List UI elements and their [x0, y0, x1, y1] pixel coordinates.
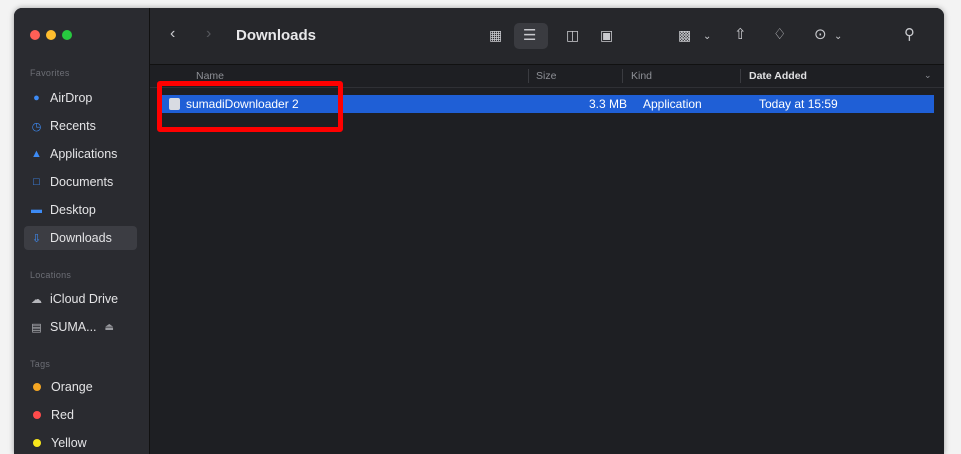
file-size: 3.3 MB: [589, 97, 628, 111]
minimize-button[interactable]: [46, 30, 56, 40]
back-button[interactable]: ‹: [170, 25, 175, 43]
toolbar: ‹ › Downloads ▦ ☰ ◫ ▣ ▩ ⌄ ⇧ ♢ ⊙ ⌄ ⚲: [150, 8, 944, 65]
more-actions-button[interactable]: ⊙: [814, 25, 827, 43]
airdrop-icon: ●: [33, 92, 40, 104]
file-date-added: Today at 15:59: [759, 97, 838, 111]
eject-icon[interactable]: ⏏: [105, 322, 114, 333]
tags-section-label: Tags: [30, 359, 51, 369]
window-title: Downloads: [236, 27, 317, 44]
clock-icon: ◷: [31, 120, 42, 133]
column-separator: [740, 69, 741, 83]
tag-red-dot-icon: [33, 411, 41, 419]
gallery-view-button[interactable]: ▣: [600, 27, 613, 44]
disk-icon: ▤: [31, 321, 42, 334]
sidebar-item-label: SUMA...: [50, 320, 97, 334]
chevron-down-icon: ⌄: [834, 31, 843, 42]
sidebar-item-label: Yellow: [51, 436, 87, 450]
tag-yellow-dot-icon: [33, 439, 41, 447]
column-separator: [528, 69, 529, 83]
sidebar-item-downloads[interactable]: ⇩ Downloads: [24, 226, 137, 250]
column-separator: [622, 69, 623, 83]
sidebar-tag-orange[interactable]: Orange: [24, 375, 137, 399]
sidebar-item-applications[interactable]: ▲ Applications: [24, 142, 137, 166]
applications-icon: ▲: [31, 148, 42, 160]
sort-chevron-icon[interactable]: ⌄: [924, 70, 932, 81]
sidebar-item-desktop[interactable]: ▬ Desktop: [24, 198, 137, 222]
share-button[interactable]: ⇧: [734, 25, 747, 43]
list-view-button[interactable]: ☰: [523, 26, 536, 44]
sidebar-item-label: Desktop: [50, 203, 96, 217]
sidebar-item-label: Applications: [50, 147, 118, 161]
download-icon: ⇩: [31, 232, 42, 245]
sidebar-item-icloud-drive[interactable]: ☁ iCloud Drive: [24, 287, 137, 311]
sidebar-item-label: Recents: [50, 119, 96, 133]
sidebar-item-label: Documents: [50, 175, 114, 189]
sidebar: Favorites ● AirDrop ◷ Recents ▲ Applicat…: [14, 8, 150, 454]
window-controls: [30, 30, 72, 40]
column-view-button[interactable]: ◫: [566, 27, 579, 44]
column-header-kind[interactable]: Kind: [631, 70, 652, 82]
column-header-size[interactable]: Size: [536, 70, 556, 82]
sidebar-item-documents[interactable]: □ Documents: [24, 170, 137, 194]
search-button[interactable]: ⚲: [904, 25, 915, 43]
sidebar-item-label: Red: [51, 408, 74, 422]
highlight-annotation-box: [157, 81, 343, 132]
sidebar-item-recents[interactable]: ◷ Recents: [24, 114, 137, 138]
finder-window: Favorites ● AirDrop ◷ Recents ▲ Applicat…: [14, 8, 944, 454]
sidebar-tag-red[interactable]: Red: [24, 403, 137, 427]
desktop-icon: ▬: [31, 204, 42, 216]
column-header-date-added[interactable]: Date Added: [749, 70, 807, 82]
tag-button[interactable]: ♢: [773, 25, 786, 43]
cloud-icon: ☁: [31, 293, 42, 306]
close-button[interactable]: [30, 30, 40, 40]
tag-orange-dot-icon: [33, 383, 41, 391]
sidebar-item-airdrop[interactable]: ● AirDrop: [24, 86, 137, 110]
sidebar-item-label: AirDrop: [50, 91, 93, 105]
sidebar-item-label: iCloud Drive: [50, 292, 119, 306]
forward-button[interactable]: ›: [206, 25, 211, 43]
chevron-down-icon: ⌄: [703, 31, 712, 42]
group-by-button[interactable]: ▩: [678, 27, 691, 44]
sidebar-item-label: Orange: [51, 380, 93, 394]
zoom-button[interactable]: [62, 30, 72, 40]
favorites-section-label: Favorites: [30, 68, 70, 78]
locations-section-label: Locations: [30, 270, 72, 280]
sidebar-item-label: Downloads: [50, 231, 112, 245]
sidebar-item-suma-disk[interactable]: ▤ SUMA... ⏏: [24, 315, 137, 339]
document-icon: □: [33, 176, 40, 188]
sidebar-tag-yellow[interactable]: Yellow: [24, 431, 137, 454]
icon-view-button[interactable]: ▦: [489, 27, 502, 44]
file-kind: Application: [643, 97, 702, 111]
